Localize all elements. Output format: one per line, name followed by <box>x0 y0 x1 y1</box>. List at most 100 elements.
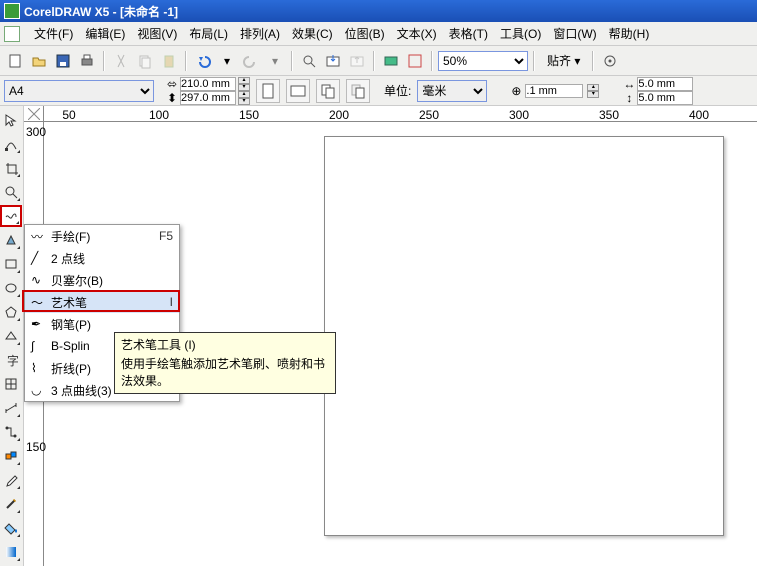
freehand-icon: 〰 <box>31 228 51 245</box>
menu-file[interactable]: 文件(F) <box>28 22 79 45</box>
freehand-tool[interactable] <box>0 205 22 227</box>
property-bar: A4 ⬄▴▾ ⬍▴▾ 单位: 毫米 ⊕ ▴▾ ↔ ↕ <box>0 76 757 106</box>
separator <box>185 51 187 71</box>
horizontal-ruler[interactable]: 50100150200250300350400 <box>44 106 757 122</box>
interactive-blend-tool[interactable] <box>0 445 22 467</box>
eyedropper-tool[interactable] <box>0 469 22 491</box>
shape-tool[interactable] <box>0 133 22 155</box>
dup-x-input[interactable] <box>637 77 693 91</box>
print-button[interactable] <box>76 50 98 72</box>
smart-fill-tool[interactable] <box>0 229 22 251</box>
menu-layout[interactable]: 布局(L) <box>183 22 234 45</box>
bspline-icon: ∫ <box>31 339 51 353</box>
new-button[interactable] <box>4 50 26 72</box>
page-dimensions: ⬄ ▴▾ ⬍ ▴▾ <box>166 77 250 105</box>
spinner[interactable]: ▴▾ <box>238 91 250 105</box>
cut-button[interactable] <box>110 50 132 72</box>
ruler-origin[interactable] <box>24 106 44 122</box>
zoom-tool[interactable] <box>0 181 22 203</box>
page-height-input[interactable] <box>180 91 236 105</box>
polyline-icon: ⌇ <box>31 361 51 375</box>
undo-button[interactable] <box>192 50 214 72</box>
height-icon: ⬍ <box>166 91 178 105</box>
table-tool[interactable] <box>0 373 22 395</box>
connector-tool[interactable] <box>0 421 22 443</box>
snap-button[interactable]: 贴齐 ▾ <box>540 50 587 72</box>
flyout-item-two-point[interactable]: ╱2 点线 <box>25 247 179 269</box>
menu-edit[interactable]: 编辑(E) <box>79 22 131 45</box>
fill-tool[interactable] <box>0 517 22 539</box>
menu-bitmaps[interactable]: 位图(B) <box>339 22 391 45</box>
menu-view[interactable]: 视图(V) <box>131 22 183 45</box>
flyout-item-freehand[interactable]: 〰手绘(F)F5 <box>25 225 179 247</box>
save-button[interactable] <box>52 50 74 72</box>
app-launcher-button[interactable] <box>380 50 402 72</box>
all-pages-button[interactable] <box>316 79 340 103</box>
menu-arrange[interactable]: 排列(A) <box>234 22 286 45</box>
current-page-button[interactable] <box>346 79 370 103</box>
polygon-tool[interactable] <box>0 301 22 323</box>
artistic-icon: 〜 <box>31 294 51 311</box>
paste-button[interactable] <box>158 50 180 72</box>
title-bar: CorelDRAW X5 - [未命名 -1] <box>0 0 757 22</box>
redo-dropdown[interactable]: ▾ <box>264 50 286 72</box>
flyout-shortcut: I <box>170 295 173 309</box>
import-button[interactable] <box>322 50 344 72</box>
bezier-icon: ∿ <box>31 273 51 287</box>
basic-shapes-tool[interactable] <box>0 325 22 347</box>
menu-effects[interactable]: 效果(C) <box>286 22 339 45</box>
window-title: CorelDRAW X5 - [未命名 -1] <box>24 3 178 20</box>
copy-button[interactable] <box>134 50 156 72</box>
flyout-item-bezier[interactable]: ∿贝塞尔(B) <box>25 269 179 291</box>
separator <box>373 51 375 71</box>
redo-button[interactable] <box>240 50 262 72</box>
interactive-fill-tool[interactable] <box>0 541 22 563</box>
nudge-input[interactable] <box>525 84 583 98</box>
unit-label: 单位: <box>384 82 411 99</box>
document-icon <box>4 26 20 42</box>
separator <box>431 51 433 71</box>
spinner[interactable]: ▴▾ <box>587 84 599 98</box>
spinner[interactable]: ▴▾ <box>238 77 250 91</box>
zoom-select[interactable]: 50% <box>438 51 528 71</box>
menu-help[interactable]: 帮助(H) <box>603 22 656 45</box>
undo-dropdown[interactable]: ▾ <box>216 50 238 72</box>
menu-window[interactable]: 窗口(W) <box>547 22 602 45</box>
nudge-icon: ⊕ <box>511 84 521 98</box>
page[interactable] <box>324 136 724 536</box>
menu-table[interactable]: 表格(T) <box>443 22 494 45</box>
tooltip: 艺术笔工具 (I) 使用手绘笔触添加艺术笔刷、喷射和书法效果。 <box>114 332 336 394</box>
open-button[interactable] <box>28 50 50 72</box>
three-curve-icon: ◡ <box>31 383 51 397</box>
flyout-label: 艺术笔 <box>51 294 170 311</box>
pen-icon: ✒ <box>31 317 51 331</box>
paper-size-select[interactable]: A4 <box>4 80 154 102</box>
standard-toolbar: ▾ ▾ 50% 贴齐 ▾ <box>0 46 757 76</box>
width-icon: ⬄ <box>166 77 178 91</box>
two-point-icon: ╱ <box>31 251 51 265</box>
portrait-button[interactable] <box>256 79 280 103</box>
export-button[interactable] <box>346 50 368 72</box>
dup-y-input[interactable] <box>637 91 693 105</box>
search-button[interactable] <box>298 50 320 72</box>
options-button[interactable] <box>599 50 621 72</box>
unit-select[interactable]: 毫米 <box>417 80 487 102</box>
flyout-label: 手绘(F) <box>51 228 159 245</box>
menu-tools[interactable]: 工具(O) <box>494 22 547 45</box>
text-tool[interactable]: 字 <box>0 349 22 371</box>
welcome-button[interactable] <box>404 50 426 72</box>
outline-tool[interactable] <box>0 493 22 515</box>
crop-tool[interactable] <box>0 157 22 179</box>
tooltip-title: 艺术笔工具 (I) <box>121 337 329 354</box>
flyout-label: 钢笔(P) <box>51 316 173 333</box>
landscape-button[interactable] <box>286 79 310 103</box>
flyout-label: 贝塞尔(B) <box>51 272 173 289</box>
menu-text[interactable]: 文本(X) <box>391 22 443 45</box>
tooltip-body: 使用手绘笔触添加艺术笔刷、喷射和书法效果。 <box>121 356 329 390</box>
page-width-input[interactable] <box>180 77 236 91</box>
dimension-tool[interactable] <box>0 397 22 419</box>
ellipse-tool[interactable] <box>0 277 22 299</box>
flyout-item-artistic[interactable]: 〜艺术笔I <box>25 291 179 313</box>
pick-tool[interactable] <box>0 109 22 131</box>
rectangle-tool[interactable] <box>0 253 22 275</box>
